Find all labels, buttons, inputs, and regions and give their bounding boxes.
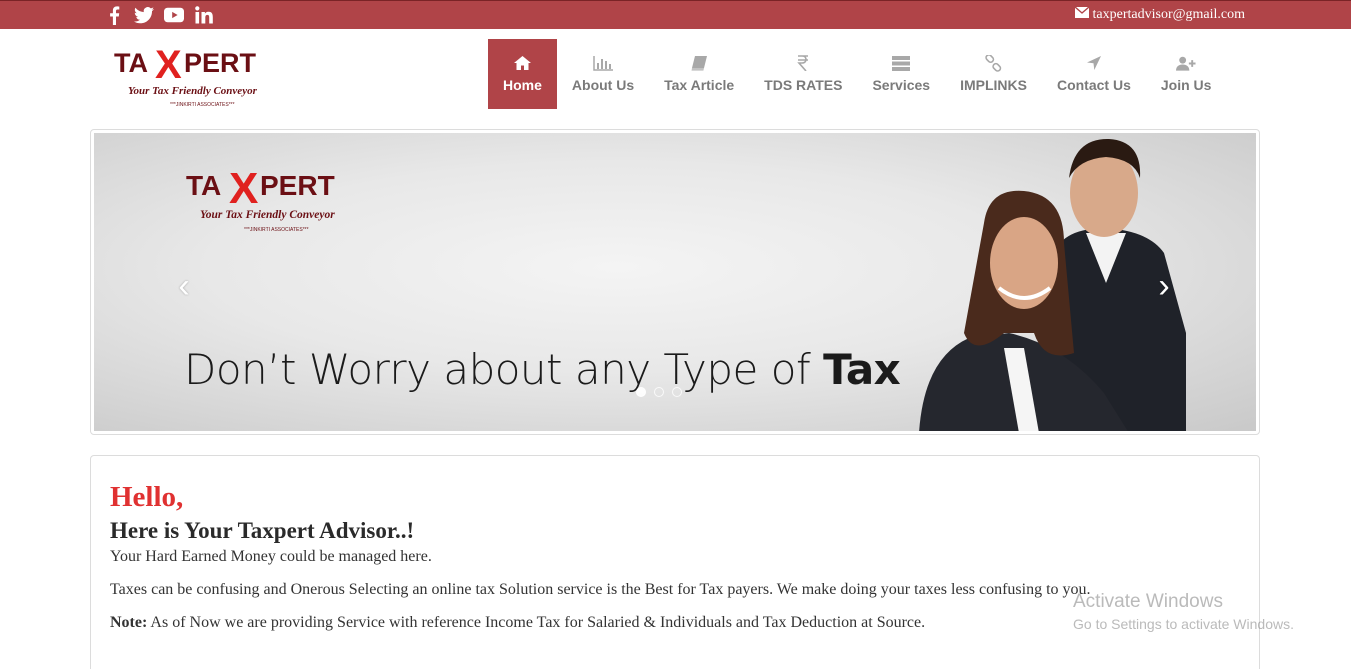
nav-home-label: Home <box>503 77 542 93</box>
nav-tax-article-label: Tax Article <box>664 77 735 93</box>
nav-tds-rates[interactable]: TDS RATES <box>749 39 857 109</box>
nav-join-us-label: Join Us <box>1160 77 1212 93</box>
nav-home[interactable]: Home <box>488 39 557 109</box>
email-text: taxpertadvisor@gmail.com <box>1092 7 1245 22</box>
linkedin-icon[interactable] <box>194 5 214 25</box>
svg-text:TA: TA <box>186 170 221 201</box>
home-icon <box>512 55 532 71</box>
envelope-icon <box>1074 6 1089 23</box>
bar-chart-icon <box>593 55 614 71</box>
nav-services[interactable]: Services <box>857 39 945 109</box>
book-icon <box>689 55 709 71</box>
carousel-slide: TA X PERT Your Tax Friendly Conveyor ***… <box>94 133 1256 431</box>
svg-text:PERT: PERT <box>260 170 335 201</box>
contact-email[interactable]: taxpertadvisor@gmail.com <box>1074 6 1245 23</box>
svg-text:***JINKIRTI ASSOCIATES***: ***JINKIRTI ASSOCIATES*** <box>244 227 309 233</box>
carousel-dot[interactable] <box>672 387 682 397</box>
description-paragraph: Taxes can be confusing and Onerous Selec… <box>110 581 1091 598</box>
youtube-icon[interactable] <box>164 5 184 25</box>
user-plus-icon <box>1176 55 1196 71</box>
carousel-indicators <box>636 387 682 397</box>
server-icon <box>891 55 911 71</box>
hero-tagline-text: Don’t Worry about any Type of <box>184 345 824 394</box>
hero-carousel: TA X PERT Your Tax Friendly Conveyor ***… <box>90 129 1260 435</box>
welcome-subheading: Here is Your Taxpert Advisor..! <box>110 518 415 543</box>
site-logo[interactable]: TA X PERT Your Tax Friendly Conveyor ***… <box>112 43 292 114</box>
nav-tds-rates-label: TDS RATES <box>764 77 843 93</box>
facebook-icon[interactable] <box>104 5 124 25</box>
nav-implinks[interactable]: IMPLINKS <box>945 39 1042 109</box>
hero-tagline: Don’t Worry about any Type of Tax <box>184 345 901 394</box>
intro-line: Your Hard Earned Money could be managed … <box>110 548 432 565</box>
nav-join-us[interactable]: Join Us <box>1146 39 1227 109</box>
welcome-panel: Hello, Here is Your Taxpert Advisor..! Y… <box>90 455 1260 669</box>
svg-text:TA: TA <box>114 48 148 78</box>
chevron-left-icon: ‹ <box>178 267 190 305</box>
link-icon <box>984 54 1004 72</box>
top-bar: taxpertadvisor@gmail.com <box>0 0 1351 29</box>
twitter-icon[interactable] <box>134 5 154 25</box>
svg-text:***JINKIRTI ASSOCIATES***: ***JINKIRTI ASSOCIATES*** <box>170 102 235 108</box>
chevron-right-icon: › <box>1158 267 1170 305</box>
location-arrow-icon <box>1084 55 1104 71</box>
nav-contact-us-label: Contact Us <box>1056 77 1131 93</box>
svg-text:Your Tax Friendly Conveyor: Your Tax Friendly Conveyor <box>200 209 335 221</box>
activate-windows-watermark: Activate Windows Go to Settings to activ… <box>1073 591 1294 632</box>
carousel-prev-button[interactable]: ‹ <box>172 269 196 303</box>
hello-heading: Hello, <box>110 481 184 513</box>
carousel-dot[interactable] <box>654 387 664 397</box>
social-links <box>104 5 214 25</box>
svg-text:X: X <box>155 44 182 87</box>
main-nav: Home About Us Tax Article TDS RATES Serv… <box>488 39 1226 109</box>
watermark-subtitle: Go to Settings to activate Windows. <box>1073 616 1294 632</box>
business-people-image <box>919 138 1186 431</box>
logo-tagline: Your Tax Friendly Conveyor <box>128 85 258 97</box>
carousel-dot[interactable] <box>636 387 646 397</box>
rupee-icon <box>793 55 813 71</box>
note-paragraph: Note: As of Now we are providing Service… <box>110 613 1240 633</box>
nav-services-label: Services <box>872 77 931 93</box>
nav-implinks-label: IMPLINKS <box>960 77 1027 93</box>
svg-text:X: X <box>229 164 258 213</box>
nav-about-us[interactable]: About Us <box>557 39 649 109</box>
nav-tax-article[interactable]: Tax Article <box>649 39 749 109</box>
svg-text:PERT: PERT <box>184 48 257 78</box>
note-label: Note: <box>110 614 148 631</box>
watermark-title: Activate Windows <box>1073 591 1223 612</box>
slide-logo: TA X PERT Your Tax Friendly Conveyor ***… <box>186 164 335 233</box>
hero-tagline-bold: Tax <box>823 345 901 394</box>
nav-contact-us[interactable]: Contact Us <box>1042 39 1146 109</box>
nav-about-us-label: About Us <box>571 77 635 93</box>
note-text: As of Now we are providing Service with … <box>147 614 926 631</box>
carousel-next-button[interactable]: › <box>1152 269 1176 303</box>
